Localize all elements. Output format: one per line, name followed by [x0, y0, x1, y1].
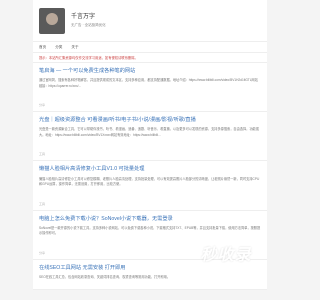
post-excerpt: 光盘是一款资源聚合工具，它可以帮助你找书，听书、看漫画，追番、追剧、听音乐、看直… [39, 127, 259, 137]
post-item: 懒猫人脸相片高清修复小工具V1.0 可批量处理 懒猫人脸相片高清修复小工具可以修… [33, 161, 267, 211]
watermark-text: 秒收录 [200, 247, 252, 264]
site-header: 千言万字 无广告 · 全站极简优化 [33, 0, 267, 42]
nav-item-category[interactable]: 分类 [55, 45, 62, 50]
header-text: 千言万字 无广告 · 全站极简优化 [71, 14, 106, 28]
site-description: 无广告 · 全站极简优化 [71, 22, 106, 27]
post-title[interactable]: 电脑上怎么免费下载小说？SoNovel小说下载器，无需登录 [39, 216, 261, 222]
post-category[interactable]: 工具 [39, 152, 261, 156]
post-excerpt: 懒猫人脸相片高清修复小工具可以修复模糊、老照片人脸高清处理，支持批量处理，可以有… [39, 176, 260, 187]
post-excerpt: SEO在线工具汇总，包含网站收录查询、关键词排名查询、权重查询等常用功能，打开即… [39, 275, 171, 280]
post-title[interactable]: 懒猫人脸相片高清修复小工具V1.0 可批量处理 [39, 166, 261, 172]
post-title[interactable]: 光盘｜超级资源整合 可看漫画/听书/电子书/小说/漫画/影视/听歌/直播 [39, 117, 261, 123]
post-title[interactable]: 笔启海 — 一个可以免费生成各种笔的网站 [39, 68, 261, 74]
notice-text: 提示：本站所汇集资源均仅作交流学习用途，如有侵权请联系删除。 [39, 56, 138, 60]
notice-bar: 提示：本站所汇集资源均仅作交流学习用途，如有侵权请联系删除。 [33, 53, 267, 63]
nav-item-home[interactable]: 首页 [39, 45, 46, 50]
main-nav: 首页 分类 关于 [33, 42, 267, 53]
watermark-logo: 秒收录 [181, 240, 271, 266]
nav-item-about[interactable]: 关于 [71, 45, 78, 50]
site-title[interactable]: 千言万字 [71, 14, 106, 20]
post-excerpt: 通过官网简，搜索有各种好笔解答，并且提供现成的文本区，支持多种应用，都支持配通数… [39, 78, 258, 88]
post-category[interactable]: 工具 [39, 202, 261, 206]
page-container: 千言万字 无广告 · 全站极简优化 首页 分类 关于 提示：本站所汇集资源均仅作… [33, 0, 267, 300]
site-avatar[interactable] [39, 7, 65, 34]
post-item: 光盘｜超级资源整合 可看漫画/听书/电子书/小说/漫画/影视/听歌/直播 光盘是… [33, 112, 267, 162]
post-category[interactable]: 分享 [39, 103, 261, 107]
post-item: 笔启海 — 一个可以免费生成各种笔的网站 通过官网简，搜索有各种好笔解答，并且提… [33, 63, 267, 113]
